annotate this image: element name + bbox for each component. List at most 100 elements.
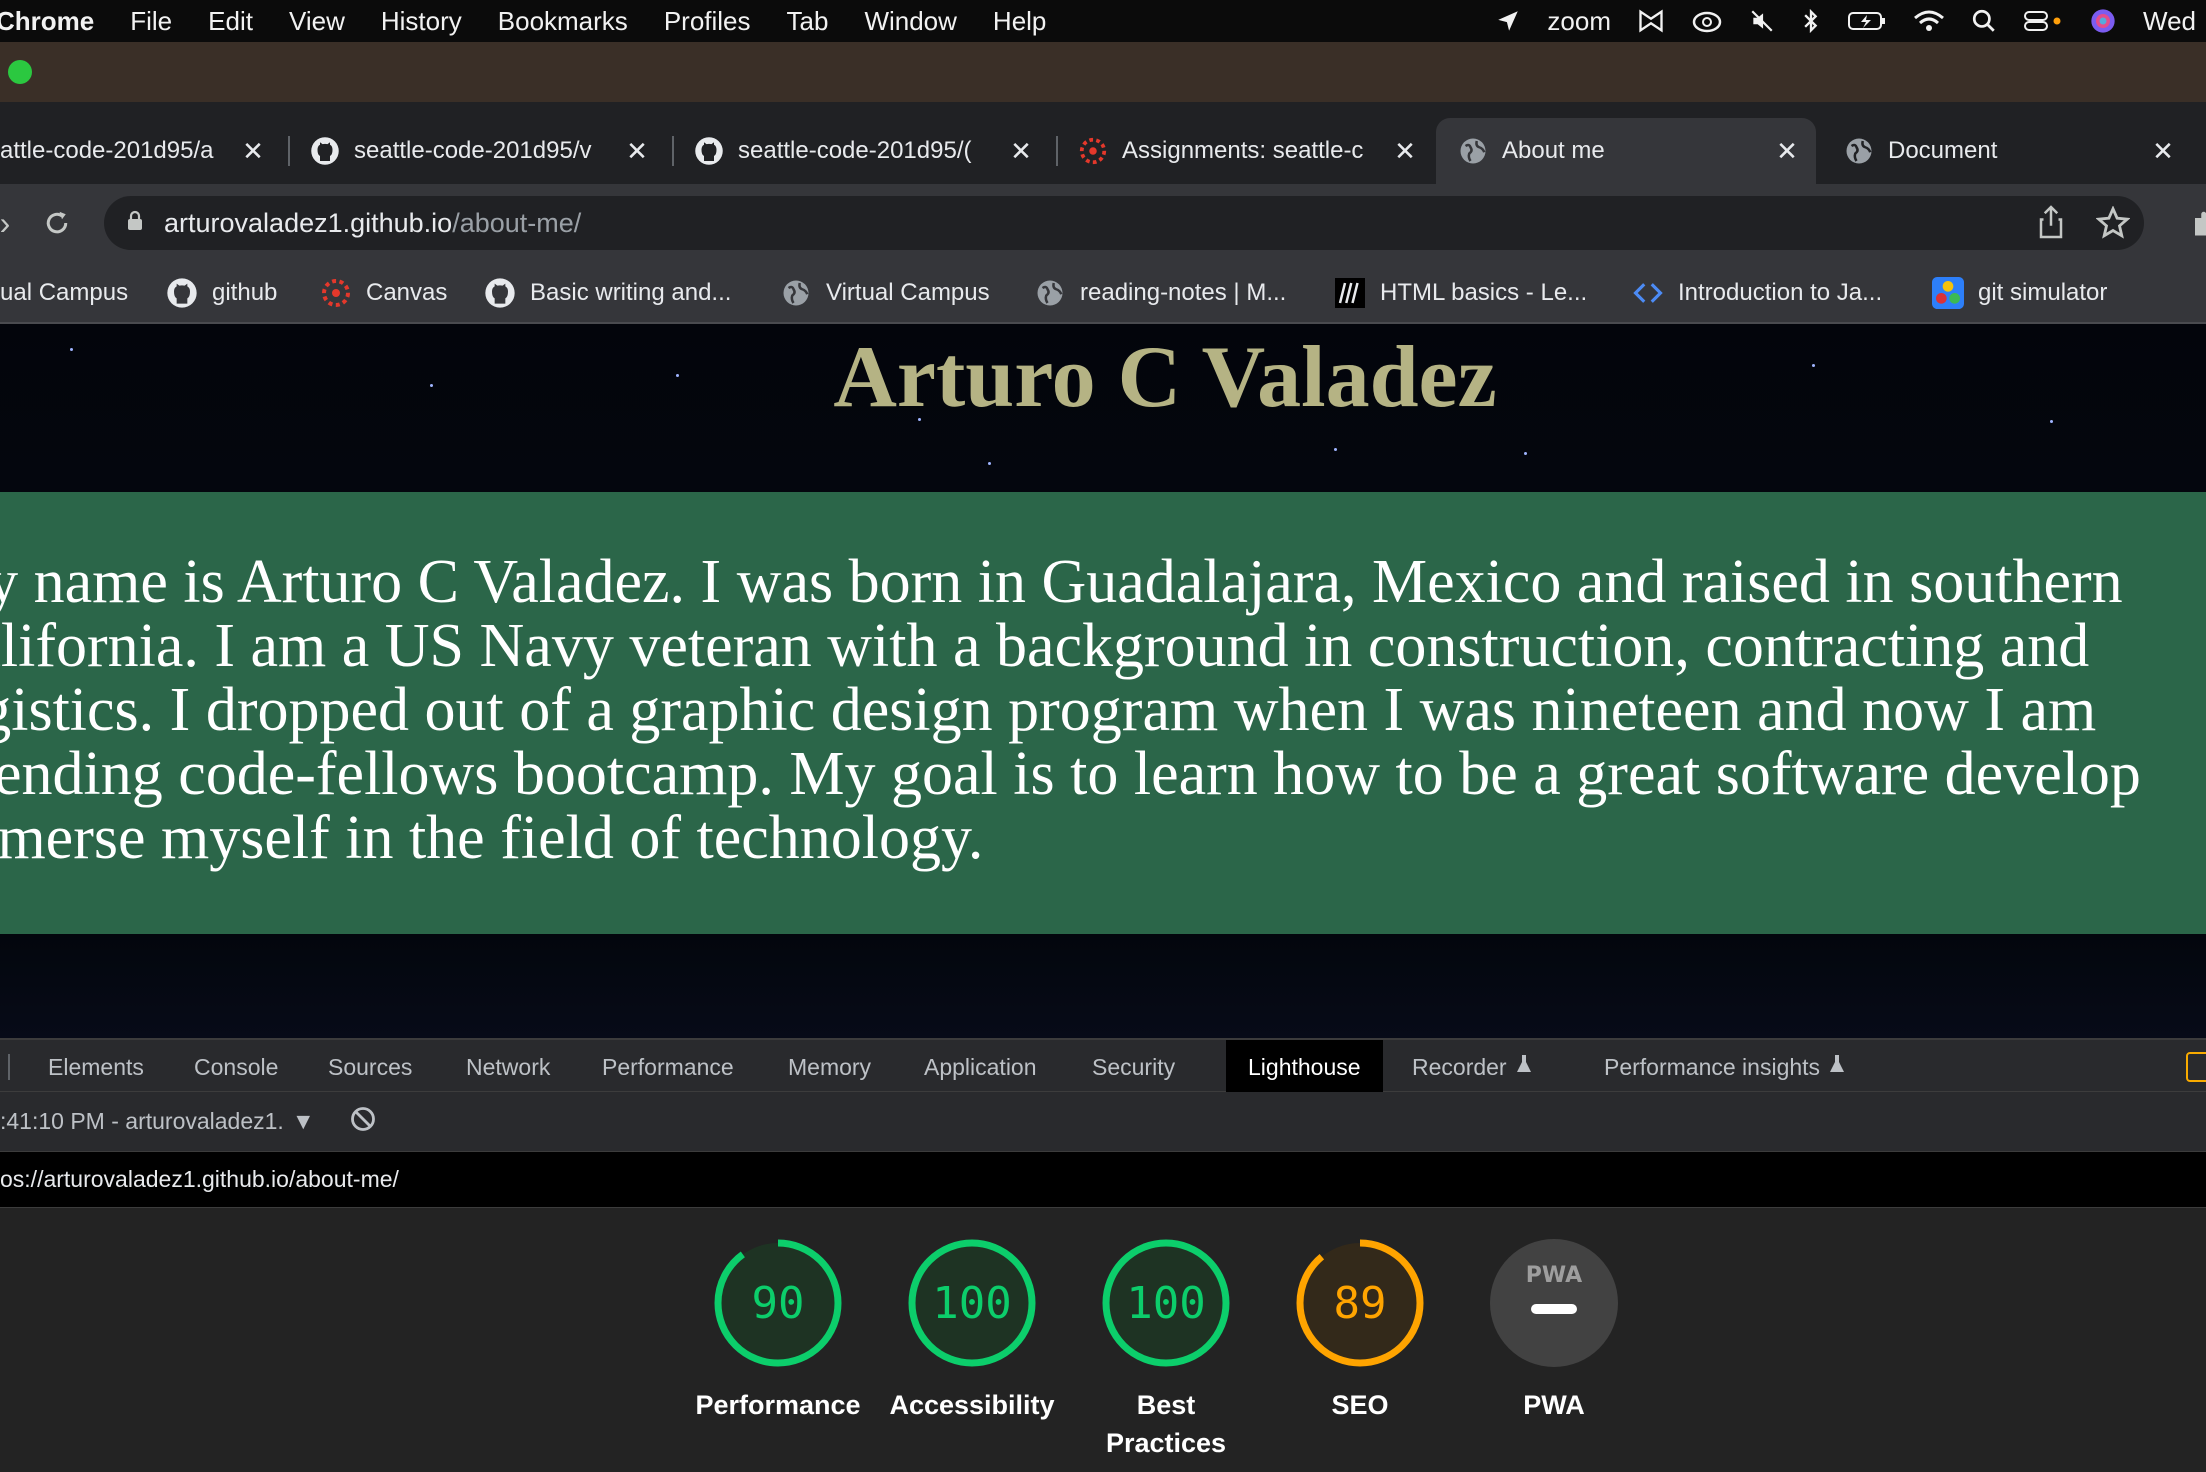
devtools-tab-sources[interactable]: Sources — [328, 1040, 412, 1094]
bookmark-label: Basic writing and... — [530, 279, 732, 306]
pwa-badge-icon: PWA — [1490, 1239, 1618, 1367]
menu-history[interactable]: History — [363, 6, 480, 37]
report-url[interactable]: os://arturovaladez1.github.io/about-me/ — [0, 1166, 399, 1193]
close-icon[interactable]: ✕ — [1006, 136, 1036, 167]
window-zoom-button[interactable] — [8, 60, 32, 84]
gauge-label: SEO — [1331, 1390, 1389, 1420]
devtools-tab-application[interactable]: Application — [924, 1040, 1037, 1094]
devtools-tab-performance-insights[interactable]: Performance insights — [1604, 1040, 1846, 1094]
gauge-label: Performance — [695, 1390, 861, 1420]
bookmark-reading-notes[interactable]: reading-notes | M... — [1034, 272, 1286, 314]
menu-edit[interactable]: Edit — [190, 6, 271, 37]
tab-3[interactable]: seattle-code-201d95/( ✕ — [680, 118, 1050, 184]
forward-icon[interactable]: › — [0, 204, 24, 242]
canvas-icon — [320, 277, 352, 309]
bookmark-git-simulator[interactable]: git simulator — [1932, 272, 2107, 314]
url-host: arturovaladez1.github.io — [164, 207, 453, 238]
code-icon — [1632, 277, 1664, 309]
gauge-label: Best Practices — [1105, 1390, 1227, 1458]
bookmark-canvas[interactable]: Canvas — [320, 272, 447, 314]
menu-tab[interactable]: Tab — [769, 6, 847, 37]
menu-help[interactable]: Help — [975, 6, 1064, 37]
lighthouse-report: 90 Performance 100 Accessibility 100 Bes… — [0, 1208, 2206, 1472]
close-icon[interactable]: ✕ — [622, 136, 652, 167]
gauge-pwa[interactable]: PWA PWA — [1464, 1238, 1644, 1424]
github-icon — [484, 277, 516, 309]
tab-title: Assignments: seattle-c — [1122, 137, 1364, 164]
bookmark-github[interactable]: github — [166, 272, 277, 314]
wifi-icon[interactable] — [1913, 8, 1945, 34]
menu-view[interactable]: View — [271, 6, 363, 37]
tab-title: seattle-code-201d95/( — [738, 137, 972, 164]
mdn-icon — [1334, 277, 1366, 309]
location-arrow-icon[interactable] — [1495, 8, 1521, 34]
bookmark-html-basics[interactable]: HTML basics - Le... — [1334, 272, 1587, 314]
address-bar[interactable]: arturovaladez1.github.io/about-me/ — [104, 196, 2144, 250]
bookmark-virtual-campus-partial[interactable]: ual Campus — [0, 272, 128, 314]
devtools-tab-network[interactable]: Network — [466, 1040, 550, 1094]
menu-file[interactable]: File — [112, 6, 190, 37]
creative-cloud-icon[interactable] — [1691, 8, 1723, 34]
bookmark-label: Introduction to Ja... — [1678, 279, 1883, 306]
spotlight-search-icon[interactable] — [1971, 8, 1997, 34]
share-icon[interactable] — [2036, 204, 2066, 247]
tab-about-me[interactable]: About me ✕ — [1436, 118, 1816, 184]
mcafee-icon[interactable] — [1637, 7, 1665, 35]
bookmark-basic-writing[interactable]: Basic writing and... — [484, 272, 731, 314]
bookmark-label: reading-notes | M... — [1080, 279, 1287, 306]
macos-menu-bar: Chrome File Edit View History Bookmarks … — [0, 0, 2206, 42]
tab-document[interactable]: Document ✕ — [1822, 118, 2192, 184]
tab-2[interactable]: seattle-code-201d95/v ✕ — [296, 118, 666, 184]
tab-separator — [1056, 136, 1058, 166]
clear-icon[interactable] — [349, 1105, 377, 1139]
github-icon — [166, 277, 198, 309]
menu-profiles[interactable]: Profiles — [646, 6, 769, 37]
report-selector-label: :41:10 PM - arturovaladez1. — [0, 1108, 284, 1134]
flask-icon — [1515, 1053, 1533, 1081]
devtools-tab-lighthouse[interactable]: Lighthouse — [1226, 1040, 1383, 1094]
reload-icon[interactable] — [38, 204, 76, 242]
tab-1[interactable]: attle-code-201d95/a ✕ — [0, 118, 282, 184]
devtools-tab-console[interactable]: Console — [194, 1040, 278, 1094]
battery-icon[interactable] — [1847, 9, 1887, 33]
gauge-accessibility[interactable]: 100 Accessibility — [882, 1238, 1062, 1424]
tab-label: Performance insights — [1604, 1053, 1821, 1080]
bookmark-introduction-to-ja[interactable]: Introduction to Ja... — [1632, 272, 1882, 314]
menu-window[interactable]: Window — [846, 6, 974, 37]
menu-app-chrome[interactable]: Chrome — [0, 6, 112, 37]
gauge-best-practices[interactable]: 100 Best Practices — [1076, 1238, 1256, 1462]
menu-clock[interactable]: Wed — [2143, 6, 2196, 37]
lock-icon[interactable] — [126, 208, 144, 239]
github-icon — [694, 136, 724, 166]
devtools-tab-recorder[interactable]: Recorder — [1412, 1040, 1533, 1094]
gauge-performance[interactable]: 90 Performance — [688, 1238, 868, 1424]
tab-separator — [288, 136, 290, 166]
url-path: /about-me/ — [452, 207, 582, 238]
devtools-tab-memory[interactable]: Memory — [788, 1040, 871, 1094]
extensions-icon[interactable] — [2186, 204, 2206, 242]
bookmark-label: Canvas — [366, 279, 448, 306]
earth-background-image — [0, 934, 2206, 1038]
devtools-separator — [8, 1054, 10, 1080]
warning-badge-icon[interactable] — [2186, 1052, 2206, 1082]
siri-icon[interactable] — [2089, 7, 2117, 35]
devtools-tab-performance[interactable]: Performance — [602, 1040, 734, 1094]
gauge-seo[interactable]: 89 SEO — [1270, 1238, 1450, 1424]
devtools-tab-security[interactable]: Security — [1092, 1040, 1175, 1094]
tab-4[interactable]: Assignments: seattle-c ✕ — [1064, 118, 1434, 184]
devtools-tab-elements[interactable]: Elements — [48, 1040, 144, 1094]
bluetooth-icon[interactable] — [1801, 7, 1821, 35]
close-icon[interactable]: ✕ — [1390, 136, 1420, 167]
canvas-icon — [1078, 136, 1108, 166]
mute-icon[interactable] — [1749, 8, 1775, 34]
menu-bookmarks[interactable]: Bookmarks — [480, 6, 646, 37]
report-selector[interactable]: :41:10 PM - arturovaladez1. ▼ — [0, 1108, 315, 1135]
close-icon[interactable]: ✕ — [238, 136, 268, 167]
close-icon[interactable]: ✕ — [2148, 136, 2178, 167]
control-center-icon[interactable] — [2023, 8, 2063, 34]
close-icon[interactable]: ✕ — [1772, 136, 1802, 167]
gauge-score: 100 — [932, 1277, 1012, 1329]
zoom-status-item[interactable]: zoom — [1547, 6, 1611, 37]
bookmark-star-icon[interactable] — [2095, 205, 2131, 247]
bookmark-virtual-campus[interactable]: Virtual Campus — [780, 272, 990, 314]
